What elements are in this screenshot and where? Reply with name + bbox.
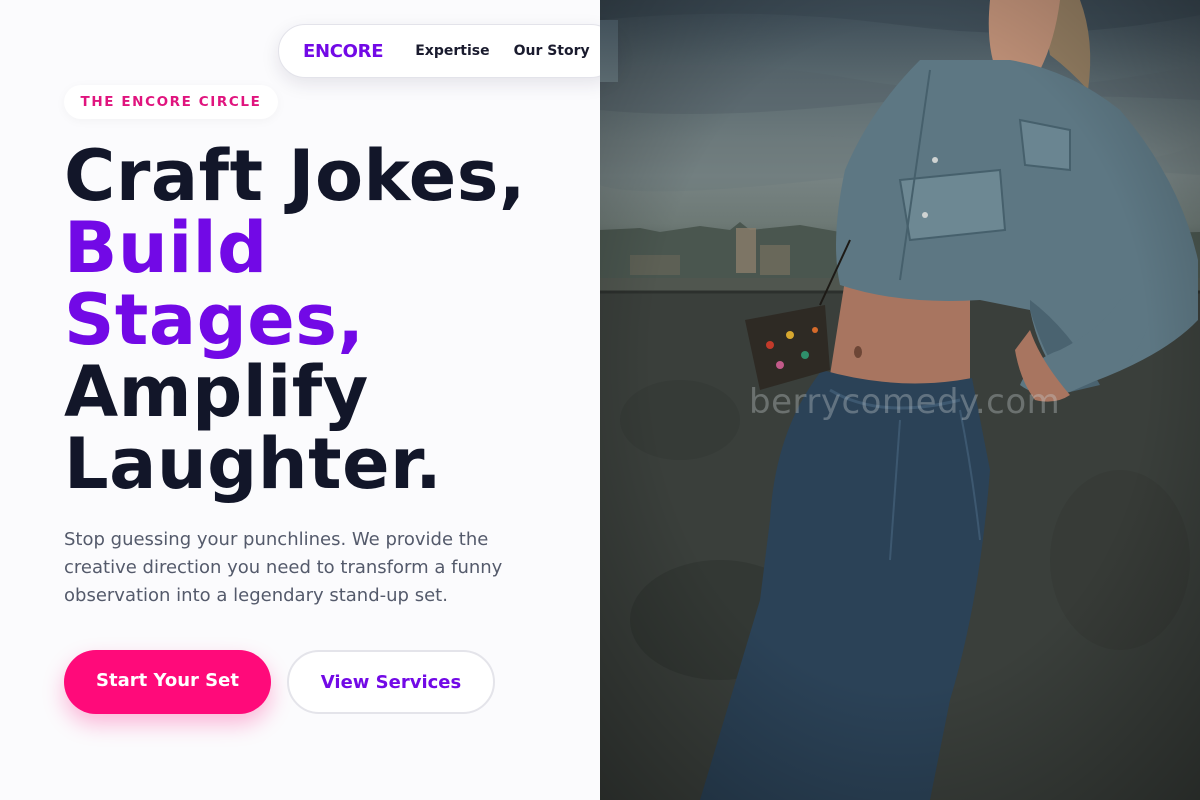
headline-line-1: Craft Jokes,: [64, 135, 526, 217]
nav-link-our-story[interactable]: Our Story: [514, 43, 590, 59]
hero-subtext: Stop guessing your punchlines. We provid…: [64, 529, 503, 606]
headline-line-4: Amplify: [64, 351, 369, 433]
view-services-button[interactable]: View Services: [287, 650, 495, 714]
nav-link-expertise[interactable]: Expertise: [415, 43, 489, 59]
section-badge: THE ENCORE CIRCLE: [64, 85, 278, 119]
start-your-set-button[interactable]: Start Your Set: [64, 650, 271, 714]
brand-logo[interactable]: ENCORE: [303, 41, 384, 62]
top-navigation: ENCORE Expertise Our Story: [278, 24, 618, 78]
headline-line-2: Build: [64, 207, 268, 289]
hero-headline: Craft Jokes, Build Stages, Amplify Laugh…: [64, 140, 584, 500]
watermark-text: berrycomedy.com: [749, 382, 1061, 422]
headline-line-3: Stages,: [64, 279, 365, 361]
hero-photo: berrycomedy.com: [600, 0, 1200, 800]
headline-line-5: Laughter.: [64, 423, 443, 505]
